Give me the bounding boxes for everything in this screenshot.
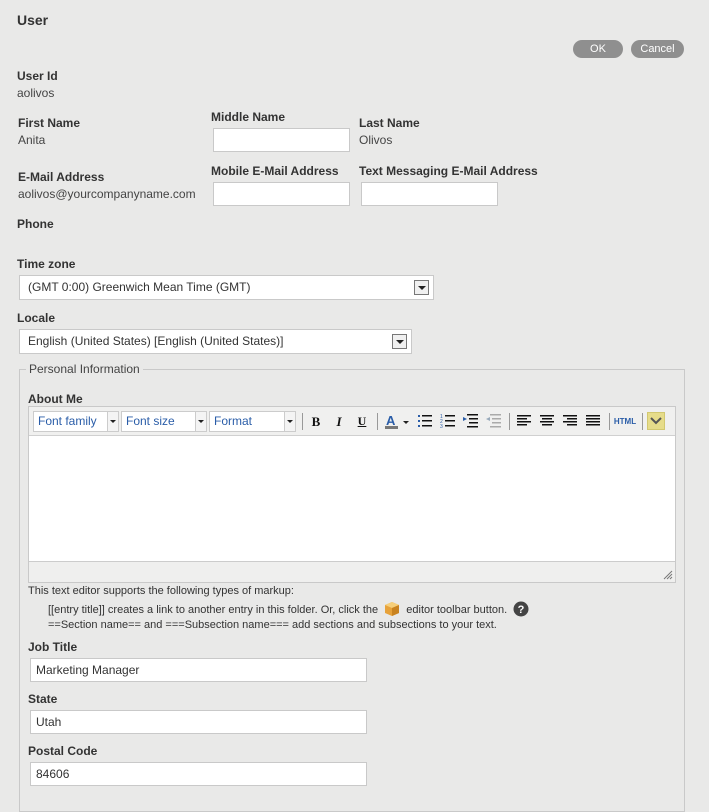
align-right-icon (563, 415, 577, 426)
email-label: E-Mail Address (18, 170, 105, 184)
resize-handle-icon[interactable] (663, 570, 673, 580)
svg-text:A: A (386, 414, 396, 428)
markup-help-link: [[entry title]] creates a link to anothe… (48, 601, 529, 617)
toolbar-separator (509, 413, 510, 430)
align-left-icon (517, 415, 531, 426)
text-email-input[interactable] (361, 182, 498, 206)
state-input[interactable] (30, 710, 367, 734)
format-label: Format (214, 414, 253, 428)
underline-button[interactable]: U (352, 412, 372, 431)
align-justify-icon (586, 415, 600, 426)
format-dropdown[interactable]: Format (209, 411, 296, 432)
align-center-icon (540, 415, 554, 426)
last-name-value: Olivos (359, 133, 393, 147)
indent-button[interactable] (461, 412, 481, 431)
box-icon (385, 602, 400, 616)
timezone-select[interactable]: (GMT 0:00) Greenwich Mean Time (GMT) (19, 275, 434, 300)
user-id-value: aolivos (17, 86, 55, 100)
timezone-selected: (GMT 0:00) Greenwich Mean Time (GMT) (28, 280, 251, 294)
outdent-button[interactable] (484, 412, 504, 431)
ok-button[interactable]: OK (573, 40, 623, 58)
chevron-down-icon (284, 412, 295, 431)
numbered-list-button[interactable]: 1 2 3 (438, 412, 458, 431)
middle-name-input[interactable] (213, 128, 350, 152)
italic-button[interactable]: I (329, 412, 349, 431)
middle-name-label: Middle Name (211, 110, 286, 124)
toolbar-separator (302, 413, 303, 430)
editor-toolbar: Font family Font size Format B I U A 1 2… (29, 407, 675, 436)
locale-label: Locale (17, 311, 56, 325)
markup-help-intro: This text editor supports the following … (28, 585, 294, 597)
outdent-icon (486, 414, 501, 428)
text-color-icon: A (385, 414, 409, 429)
bullet-list-icon (418, 415, 432, 427)
job-title-label: Job Title (28, 640, 78, 654)
postal-code-input[interactable] (30, 762, 367, 786)
mobile-email-label: Mobile E-Mail Address (211, 164, 339, 178)
align-left-button[interactable] (514, 412, 534, 431)
chevron-down-icon[interactable] (414, 280, 429, 295)
chevron-down-icon (195, 412, 206, 431)
indent-icon (463, 414, 478, 428)
toolbar-separator (642, 413, 643, 430)
email-value: aolivos@yourcompanyname.com (18, 187, 196, 201)
first-name-label: First Name (18, 116, 81, 130)
first-name-value: Anita (18, 133, 46, 147)
chevron-down-icon[interactable] (392, 334, 407, 349)
markup-help-link-text: [[entry title]] creates a link to anothe… (48, 604, 379, 616)
help-icon[interactable]: ? (513, 601, 529, 617)
align-center-button[interactable] (537, 412, 557, 431)
font-family-label: Font family (38, 414, 97, 428)
font-family-dropdown[interactable]: Font family (33, 411, 119, 432)
user-id-label: User Id (17, 69, 58, 83)
svg-text:?: ? (518, 604, 525, 616)
chevron-down-icon (107, 412, 118, 431)
about-me-editor-area[interactable] (29, 436, 675, 562)
rich-text-editor: Font family Font size Format B I U A 1 2… (28, 406, 676, 583)
toolbar-separator (609, 413, 610, 430)
postal-code-label: Postal Code (28, 744, 98, 758)
locale-selected: English (United States) [English (United… (28, 334, 284, 348)
editor-statusbar (29, 562, 675, 582)
mobile-email-input[interactable] (213, 182, 350, 206)
text-email-label: Text Messaging E-Mail Address (359, 164, 538, 178)
toolbar-separator (377, 413, 378, 430)
html-source-button[interactable]: HTML (613, 412, 637, 431)
phone-label: Phone (17, 217, 54, 231)
numbered-list-icon: 1 2 3 (440, 414, 455, 428)
markup-help-sections: ==Section name== and ===Subsection name=… (48, 619, 497, 631)
timezone-label: Time zone (17, 257, 76, 271)
align-right-button[interactable] (560, 412, 580, 431)
align-justify-button[interactable] (583, 412, 603, 431)
svg-text:3: 3 (440, 424, 443, 428)
cancel-button[interactable]: Cancel (631, 40, 684, 58)
locale-select[interactable]: English (United States) [English (United… (19, 329, 412, 354)
font-size-dropdown[interactable]: Font size (121, 411, 207, 432)
bold-button[interactable]: B (306, 412, 326, 431)
personal-information-legend: Personal Information (29, 362, 140, 376)
text-color-button[interactable]: A (382, 412, 412, 431)
page-title: User (17, 12, 49, 28)
font-size-label: Font size (126, 414, 175, 428)
bullet-list-button[interactable] (415, 412, 435, 431)
last-name-label: Last Name (359, 116, 420, 130)
chevron-down-icon (650, 417, 662, 425)
job-title-input[interactable] (30, 658, 367, 682)
expand-toolbar-button[interactable] (647, 412, 665, 430)
markup-help-link-text-2: editor toolbar button. (406, 604, 508, 616)
state-label: State (28, 692, 58, 706)
about-me-label: About Me (28, 392, 83, 406)
